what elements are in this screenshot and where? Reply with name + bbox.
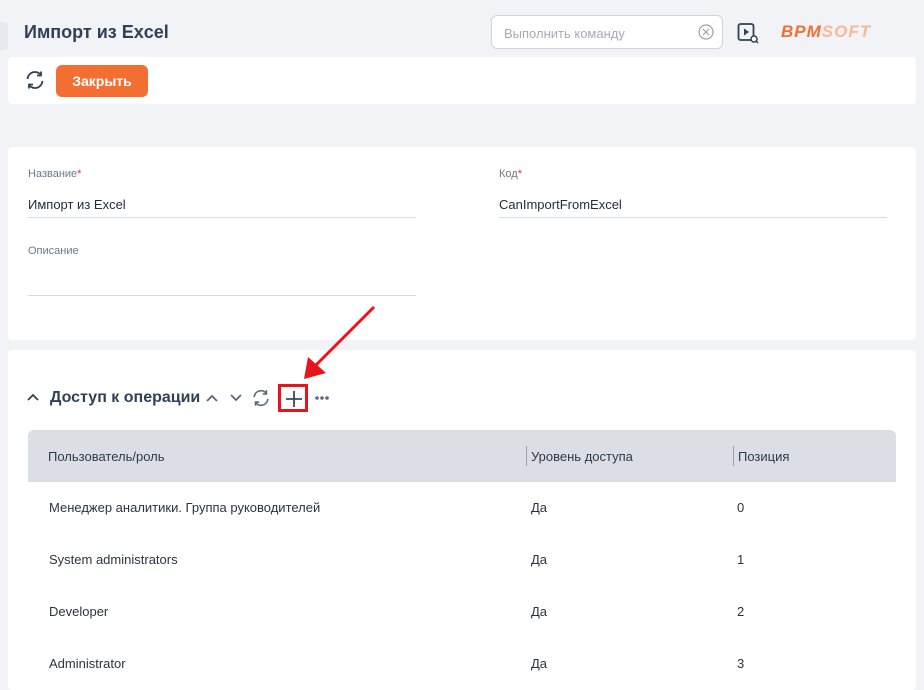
command-placeholder: Выполнить команду	[504, 26, 625, 41]
cell-access: Да	[531, 604, 548, 619]
code-label-text: Код	[499, 168, 518, 180]
chevron-up-icon[interactable]	[26, 390, 40, 404]
refresh-icon[interactable]	[24, 69, 46, 91]
code-field-underline	[499, 217, 887, 218]
access-detail-card: Доступ к операции Пользователь/роль Уров…	[8, 350, 916, 690]
description-label: Описание	[28, 245, 79, 257]
cell-user: Менеджер аналитики. Группа руководителей	[49, 500, 321, 515]
code-field[interactable]: CanImportFromExcel	[499, 197, 622, 212]
cell-position: 2	[737, 604, 745, 619]
name-label-text: Название	[28, 168, 78, 180]
column-header-position[interactable]: Позиция	[738, 449, 789, 464]
move-up-icon[interactable]	[204, 390, 220, 406]
column-resize-handle[interactable]	[526, 446, 527, 466]
description-field[interactable]	[28, 272, 416, 290]
cell-position: 1	[737, 552, 745, 567]
column-header-user[interactable]: Пользователь/роль	[48, 449, 165, 464]
table-row[interactable]: Developer Да 2	[28, 586, 896, 638]
add-button-highlight	[278, 384, 308, 412]
cell-user: Developer	[49, 604, 109, 619]
cell-position: 3	[737, 656, 745, 671]
clear-icon[interactable]	[698, 24, 714, 40]
description-field-underline	[28, 295, 416, 296]
required-mark: *	[77, 168, 82, 180]
column-resize-handle[interactable]	[733, 446, 734, 466]
top-bar: Импорт из Excel Выполнить команду BPMSOF…	[0, 0, 924, 56]
sidebar-toggle[interactable]	[0, 22, 8, 50]
cell-position: 0	[737, 500, 745, 515]
annotation-arrow-icon	[304, 305, 376, 379]
more-options-icon[interactable]	[314, 390, 330, 406]
grid-header: Пользователь/роль Уровень доступа Позици…	[28, 430, 896, 482]
name-field-underline	[28, 217, 416, 218]
name-field[interactable]: Импорт из Excel	[28, 197, 126, 212]
page-title: Импорт из Excel	[24, 22, 169, 42]
form-card: Название* Импорт из Excel Код* CanImport…	[8, 147, 916, 340]
process-play-icon[interactable]	[737, 22, 759, 44]
cell-access: Да	[531, 500, 548, 515]
add-icon[interactable]	[285, 390, 303, 408]
table-row[interactable]: Administrator Да 3	[28, 638, 896, 690]
bpmsoft-logo: BPMSOFT	[781, 22, 871, 42]
required-mark: *	[517, 168, 522, 180]
cell-user: Administrator	[49, 656, 126, 671]
refresh-icon[interactable]	[251, 388, 271, 408]
cell-access: Да	[531, 552, 548, 567]
logo-part-soft: SOFT	[821, 22, 872, 41]
detail-title[interactable]: Доступ к операции	[50, 389, 200, 407]
table-row[interactable]: Менеджер аналитики. Группа руководителей…	[28, 482, 896, 534]
action-toolbar: Закрыть	[8, 57, 916, 104]
cell-access: Да	[531, 656, 548, 671]
column-header-access[interactable]: Уровень доступа	[531, 449, 633, 464]
move-down-icon[interactable]	[228, 390, 244, 406]
code-label: Код*	[499, 168, 522, 180]
name-label: Название*	[28, 168, 81, 180]
close-button[interactable]: Закрыть	[56, 65, 148, 97]
logo-part-bpm: BPM	[781, 22, 822, 41]
table-row[interactable]: System administrators Да 1	[28, 534, 896, 586]
command-input[interactable]: Выполнить команду	[491, 15, 723, 49]
cell-user: System administrators	[49, 552, 178, 567]
